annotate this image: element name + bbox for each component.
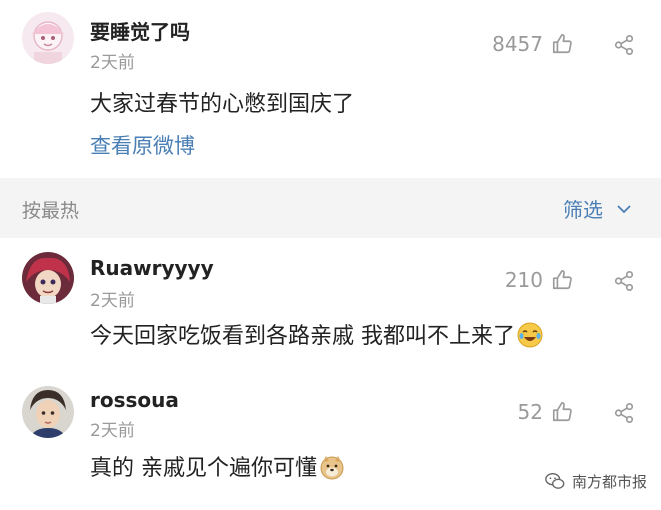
thumbs-up-icon — [552, 270, 572, 290]
doge-emoji-icon — [320, 456, 344, 480]
comment-like-button[interactable]: 210 — [505, 268, 573, 292]
comment-author-name[interactable]: rossoua — [90, 388, 179, 412]
original-post: 要睡觉了吗 2天前 8457 大家过春节的心憋到国庆了 查看原微博 — [0, 0, 661, 178]
comment-item: Ruawryyyy 2天前 210 今天回家吃饭看到各路亲戚 我都叫不上来了 — [0, 238, 661, 370]
share-icon[interactable] — [613, 34, 635, 56]
thumbs-up-icon — [552, 34, 572, 54]
post-like-button[interactable]: 8457 — [492, 32, 573, 56]
comment-time: 2天前 — [90, 421, 135, 441]
comment-author-avatar[interactable] — [22, 252, 74, 304]
publisher-watermark: 南方都市报 — [544, 470, 647, 492]
comment-author-name[interactable]: Ruawryyyy — [90, 256, 214, 280]
thumbs-up-icon — [552, 402, 572, 422]
comment-text: 今天回家吃饭看到各路亲戚 我都叫不上来了 — [90, 324, 515, 349]
comment-text: 真的 亲戚见个遍你可懂 — [90, 456, 317, 481]
post-author-avatar[interactable] — [22, 12, 74, 64]
comment-like-count: 210 — [504, 268, 543, 292]
share-icon[interactable] — [613, 402, 635, 424]
comment-sort-bar: 按最热 筛选 — [0, 178, 661, 238]
view-original-post-link[interactable]: 查看原微博 — [90, 130, 195, 160]
laugh-cry-emoji-icon — [517, 322, 543, 348]
comment-author-avatar[interactable] — [22, 386, 74, 438]
post-like-count: 8457 — [492, 32, 543, 56]
filter-button[interactable]: 筛选 — [563, 194, 633, 223]
comment-like-count: 52 — [517, 400, 543, 424]
wechat-icon — [545, 472, 565, 489]
filter-label: 筛选 — [563, 198, 603, 222]
sort-hottest-label[interactable]: 按最热 — [22, 196, 79, 223]
comment-like-button[interactable]: 52 — [518, 400, 573, 424]
post-time: 2天前 — [90, 53, 135, 73]
share-icon[interactable] — [613, 270, 635, 292]
post-content: 大家过春节的心憋到国庆了 — [90, 92, 355, 117]
comment-item: rossoua 2天前 52 真的 亲戚见个遍你可懂 南方都市报 — [0, 370, 661, 510]
post-author-name[interactable]: 要睡觉了吗 — [90, 16, 190, 45]
comment-time: 2天前 — [90, 291, 135, 311]
comment-content: 今天回家吃饭看到各路亲戚 我都叫不上来了 — [90, 318, 543, 350]
chevron-down-icon — [617, 204, 631, 213]
watermark-label: 南方都市报 — [571, 472, 647, 491]
comment-content: 真的 亲戚见个遍你可懂 — [90, 450, 345, 482]
